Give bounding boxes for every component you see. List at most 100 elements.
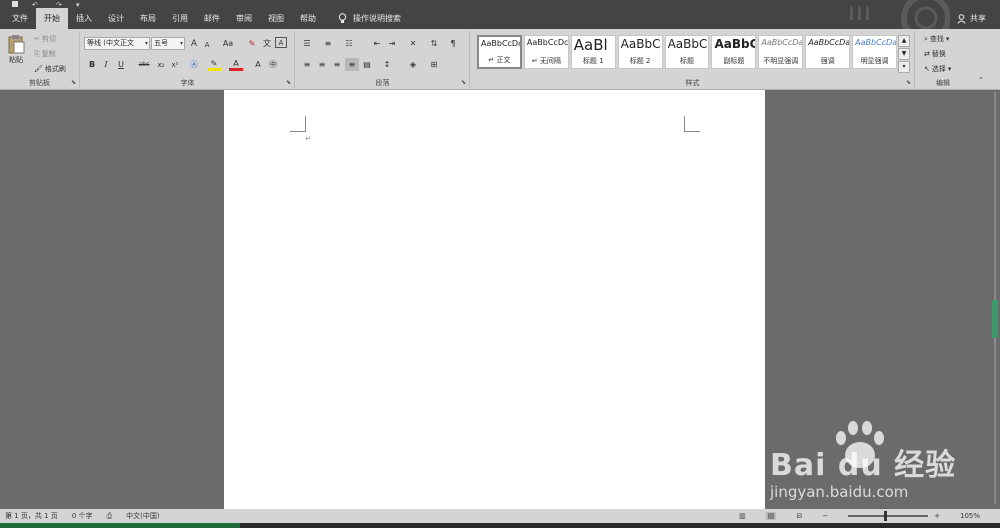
- tab-references[interactable]: 引用: [164, 8, 196, 29]
- print-layout-icon[interactable]: ▤: [765, 512, 777, 520]
- chevron-up-icon[interactable]: ▲: [898, 35, 910, 47]
- highlight-icon[interactable]: ✎: [207, 58, 221, 71]
- style-intense-emphasis[interactable]: AaBbCcDa 明显强调: [852, 35, 898, 69]
- tell-me-search[interactable]: 操作说明搜索: [324, 8, 401, 29]
- collapse-ribbon-icon[interactable]: ⌃: [978, 76, 984, 84]
- strikethrough-icon[interactable]: abc: [135, 58, 153, 71]
- tab-view[interactable]: 视图: [260, 8, 292, 29]
- lightbulb-icon: [338, 13, 347, 23]
- find-button[interactable]: ⌕ 查找 ▾: [924, 34, 949, 44]
- tab-home[interactable]: 开始: [36, 8, 68, 29]
- chinese-layout-icon[interactable]: ✕: [406, 37, 420, 50]
- enclose-char-icon[interactable]: ㊥: [266, 58, 280, 71]
- multilevel-list-icon[interactable]: ☷: [342, 37, 356, 50]
- view-controls: ▥ ▤ ⊟ − + 105%: [739, 509, 994, 523]
- decrease-indent-icon[interactable]: ⇤: [370, 37, 384, 50]
- save-icon[interactable]: [12, 1, 18, 7]
- editing-group: ⌕ 查找 ▾ ⇄ 替换 ↖ 选择 ▾ 编辑: [916, 31, 970, 88]
- cut-button[interactable]: ✂ 剪切: [34, 34, 56, 44]
- font-size-select[interactable]: 五号 ▾: [151, 37, 185, 50]
- align-center-icon[interactable]: ≡: [315, 58, 329, 71]
- vertical-scrollbar[interactable]: [990, 90, 1000, 509]
- tab-review[interactable]: 审阅: [228, 8, 260, 29]
- style-title[interactable]: AaBbC 标题: [664, 35, 710, 69]
- tab-mailings[interactable]: 邮件: [196, 8, 228, 29]
- zoom-out-icon[interactable]: −: [822, 512, 828, 520]
- more-styles-icon[interactable]: ▾: [898, 61, 910, 73]
- style-name: 副标题: [723, 57, 745, 65]
- distributed-icon[interactable]: ▤: [360, 58, 374, 71]
- borders-icon[interactable]: ⊞: [427, 58, 441, 71]
- increase-indent-icon[interactable]: ⇥: [385, 37, 399, 50]
- format-painter-button[interactable]: 🖌 格式刷: [34, 64, 66, 74]
- zoom-level[interactable]: 105%: [960, 512, 980, 520]
- style-no-spacing[interactable]: AaBbCcDc ↵ 无间隔: [523, 35, 569, 69]
- numbering-icon[interactable]: ≡: [321, 37, 335, 50]
- zoom-slider[interactable]: [848, 511, 929, 521]
- dialog-launcher-icon[interactable]: ⬊: [286, 79, 291, 86]
- customize-qat-icon[interactable]: ▾: [76, 1, 80, 9]
- shrink-font-icon[interactable]: A: [200, 38, 214, 51]
- dialog-launcher-icon[interactable]: ⬊: [461, 79, 466, 86]
- font-color-icon[interactable]: A: [229, 58, 243, 71]
- select-button[interactable]: ↖ 选择 ▾: [924, 64, 951, 74]
- share-button[interactable]: 共享: [957, 8, 986, 29]
- line-spacing-icon[interactable]: ↕: [380, 58, 394, 71]
- scroll-thumb[interactable]: [992, 300, 998, 338]
- tab-layout[interactable]: 布局: [132, 8, 164, 29]
- align-left-icon[interactable]: ≡: [300, 58, 314, 71]
- subscript-icon[interactable]: x₂: [154, 58, 168, 71]
- grow-font-icon[interactable]: A: [187, 37, 201, 50]
- char-border-icon[interactable]: A: [275, 37, 287, 48]
- format-painter-label: 格式刷: [44, 65, 66, 73]
- sort-icon[interactable]: ⇅: [427, 37, 441, 50]
- dialog-launcher-icon[interactable]: ⬊: [906, 79, 911, 86]
- italic-icon[interactable]: I: [99, 58, 113, 71]
- redo-icon[interactable]: ↷: [56, 1, 62, 9]
- tab-file[interactable]: 文件: [4, 8, 36, 29]
- chevron-down-icon[interactable]: ▼: [898, 48, 910, 60]
- font-name-select[interactable]: 等线 (中文正文 ▾: [84, 37, 150, 50]
- change-case-icon[interactable]: Aa: [219, 37, 237, 50]
- font-group: 等线 (中文正文 ▾ 五号 ▾ A A Aa ✎ 文 A B I U abc x₂ …: [81, 31, 295, 88]
- underline-icon[interactable]: U: [114, 58, 128, 71]
- dialog-launcher-icon[interactable]: ⬊: [71, 79, 76, 86]
- style-subtle-emphasis[interactable]: AaBbCcDa 不明显强调: [758, 35, 804, 69]
- replace-button[interactable]: ⇄ 替换: [924, 49, 946, 59]
- bullets-icon[interactable]: ☰: [300, 37, 314, 50]
- style-heading-1[interactable]: AaBl 标题 1: [570, 35, 616, 69]
- phonetic-guide-icon[interactable]: 文: [260, 37, 274, 50]
- align-right-icon[interactable]: ≡: [330, 58, 344, 71]
- tab-help[interactable]: 帮助: [292, 8, 324, 29]
- style-subtitle[interactable]: AaBbC 副标题: [711, 35, 757, 69]
- style-normal[interactable]: AaBbCcDc ↵ 正文: [477, 35, 522, 69]
- tab-design[interactable]: 设计: [100, 8, 132, 29]
- word-count[interactable]: 0 个字: [72, 511, 93, 521]
- read-mode-icon[interactable]: ▥: [739, 512, 746, 520]
- style-emphasis[interactable]: AaBbCcDa 强调: [805, 35, 851, 69]
- paste-label: 粘贴: [9, 56, 23, 64]
- shading-icon[interactable]: ◈: [406, 58, 420, 71]
- style-name: ↵ 无间隔: [531, 57, 561, 65]
- language-indicator[interactable]: 中文(中国): [126, 511, 159, 521]
- proofing-icon[interactable]: ⎙: [107, 512, 113, 521]
- style-heading-2[interactable]: AaBbC 标题 2: [617, 35, 663, 69]
- superscript-icon[interactable]: x²: [168, 58, 182, 71]
- paste-button[interactable]: 粘贴: [7, 34, 25, 65]
- page-count[interactable]: 第 1 页，共 1 页: [5, 511, 58, 521]
- find-label: 查找: [929, 35, 944, 43]
- web-layout-icon[interactable]: ⊟: [796, 512, 802, 520]
- undo-icon[interactable]: ↶: [32, 1, 38, 9]
- bold-icon[interactable]: B: [85, 58, 99, 71]
- show-marks-icon[interactable]: ¶: [446, 37, 460, 50]
- clear-format-icon[interactable]: ✎: [245, 37, 259, 50]
- tab-insert[interactable]: 插入: [68, 8, 100, 29]
- document-page[interactable]: ↵: [224, 90, 765, 509]
- font-name-value: 等线 (中文正文: [87, 39, 134, 47]
- text-effects-icon[interactable]: Ⓐ: [187, 58, 201, 71]
- chevron-down-icon: ▾: [945, 35, 950, 43]
- char-shading-icon[interactable]: A: [251, 58, 265, 71]
- copy-button[interactable]: ⎘ 复制: [34, 49, 56, 59]
- justify-icon[interactable]: ≡: [345, 58, 359, 71]
- zoom-in-icon[interactable]: +: [934, 512, 940, 520]
